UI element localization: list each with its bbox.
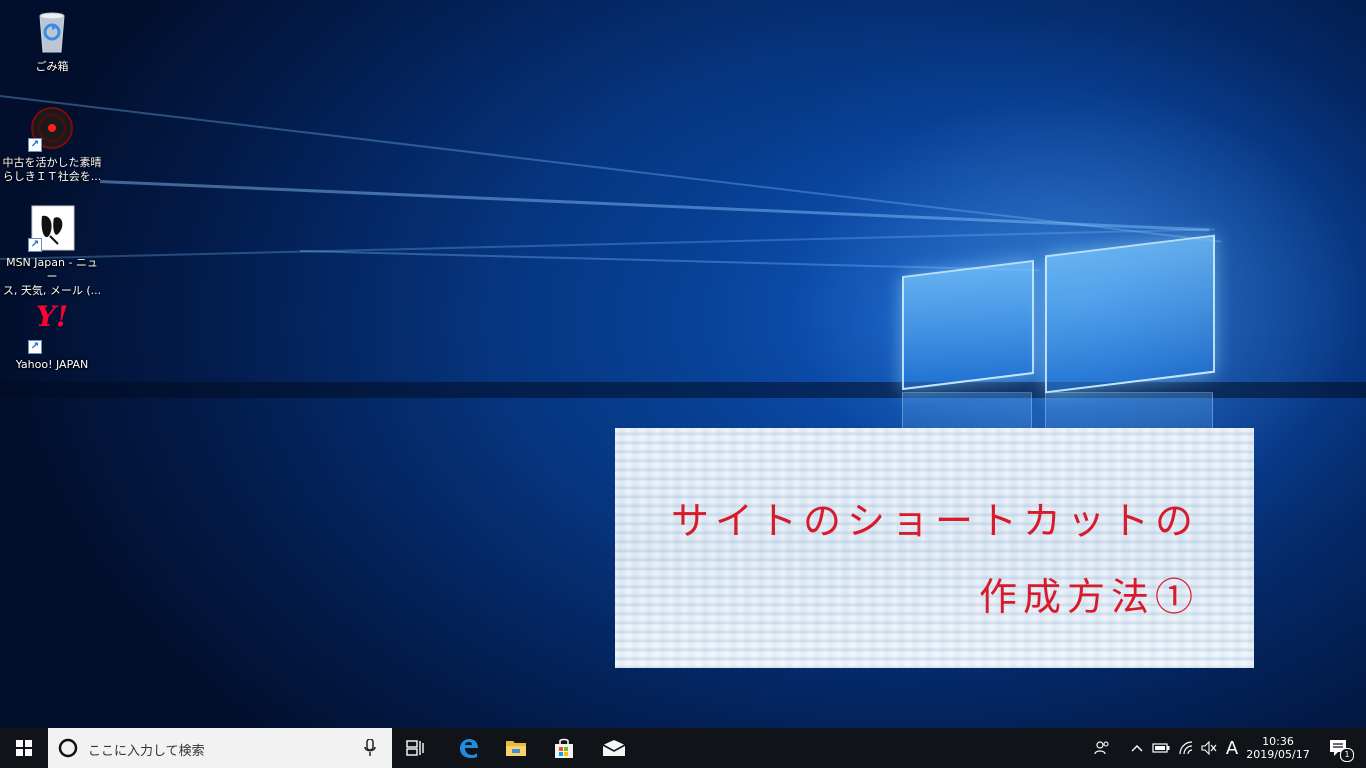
desktop-icon-label: らしきＩＴ社会を...	[2, 170, 102, 183]
desktop-icon-msn-japan[interactable]: ↗ MSN Japan - ニュー ス, 天気, メール (...	[2, 204, 102, 298]
clock[interactable]: 10:36 2019/05/17	[1244, 728, 1312, 768]
desktop-icon-recycle-bin[interactable]: ごみ箱	[2, 8, 102, 74]
record-target-icon: ↗	[28, 104, 76, 152]
recycle-bin-icon	[28, 8, 76, 56]
shortcut-arrow-icon: ↗	[28, 138, 42, 152]
desktop-icon-label: ごみ箱	[35, 60, 69, 73]
people-icon	[1094, 741, 1109, 755]
cortana-circle-icon	[58, 738, 78, 758]
store-button[interactable]	[542, 728, 586, 768]
desktop-icon-label: ス, 天気, メール (...	[2, 284, 102, 297]
windows-start-icon	[16, 740, 32, 756]
shortcut-arrow-icon: ↗	[28, 340, 42, 354]
light-beam	[0, 228, 1215, 260]
file-explorer-button[interactable]	[494, 728, 538, 768]
microphone-icon[interactable]	[364, 739, 376, 757]
desktop-icon-label: Yahoo! JAPAN	[15, 358, 89, 371]
desktop-icon-label: MSN Japan - ニュー	[6, 256, 98, 283]
task-view-button[interactable]	[396, 728, 436, 768]
store-icon	[555, 738, 573, 758]
search-placeholder: ここに入力して検索	[88, 744, 205, 759]
windows-logo-pane	[1045, 234, 1215, 394]
notification-count-badge: 1	[1340, 748, 1354, 762]
desktop: ごみ箱 ↗ 中古を活かした素晴 らしきＩＴ社会を... ↗ MSN Japan …	[0, 0, 1366, 728]
search-input[interactable]: ここに入力して検索	[48, 728, 392, 768]
battery-indicator[interactable]	[1150, 728, 1172, 768]
light-beam	[99, 180, 1210, 232]
edge-icon	[460, 739, 478, 758]
mail-icon	[602, 740, 626, 756]
light-beam	[299, 250, 1040, 272]
desktop-icon-label: 中古を活かした素晴	[2, 156, 102, 169]
yahoo-logo-text: Y!	[35, 300, 69, 333]
overlay-title-line1: サイトのショートカットの	[670, 499, 1199, 543]
overlay-title-line2: 作成方法①	[978, 575, 1199, 619]
chevron-up-icon	[1131, 745, 1143, 752]
shortcut-arrow-icon: ↗	[28, 238, 42, 252]
network-indicator[interactable]	[1174, 728, 1198, 768]
light-beam	[0, 95, 1222, 243]
task-view-icon	[406, 740, 424, 756]
desktop-icon-shortcut-it-society[interactable]: ↗ 中古を活かした素晴 らしきＩＴ社会を...	[2, 104, 102, 184]
windows-logo-pane	[902, 259, 1034, 391]
battery-icon	[1152, 743, 1170, 753]
msn-butterfly-icon: ↗	[28, 204, 76, 252]
ime-indicator[interactable]: A	[1222, 728, 1242, 768]
edge-button[interactable]	[446, 728, 490, 768]
desktop-icon-yahoo-japan[interactable]: Y! ↗ Yahoo! JAPAN	[2, 300, 102, 372]
file-explorer-icon	[506, 741, 526, 756]
volume-muted-icon	[1201, 741, 1217, 755]
clock-time: 10:36	[1262, 735, 1294, 748]
taskbar: ここに入力して検索 A 10:36 2019/05/17 1	[0, 728, 1366, 768]
yahoo-logo-icon: Y! ↗	[28, 300, 76, 354]
volume-indicator[interactable]	[1198, 728, 1220, 768]
mail-button[interactable]	[590, 728, 638, 768]
clock-date: 2019/05/17	[1246, 748, 1310, 761]
title-overlay-card: サイトのショートカットの 作成方法①	[615, 428, 1254, 668]
action-center-button[interactable]: 1	[1318, 728, 1358, 768]
show-hidden-icons-button[interactable]	[1126, 728, 1148, 768]
people-button[interactable]	[1088, 728, 1116, 768]
wifi-icon	[1179, 741, 1193, 755]
start-button[interactable]	[0, 728, 48, 768]
